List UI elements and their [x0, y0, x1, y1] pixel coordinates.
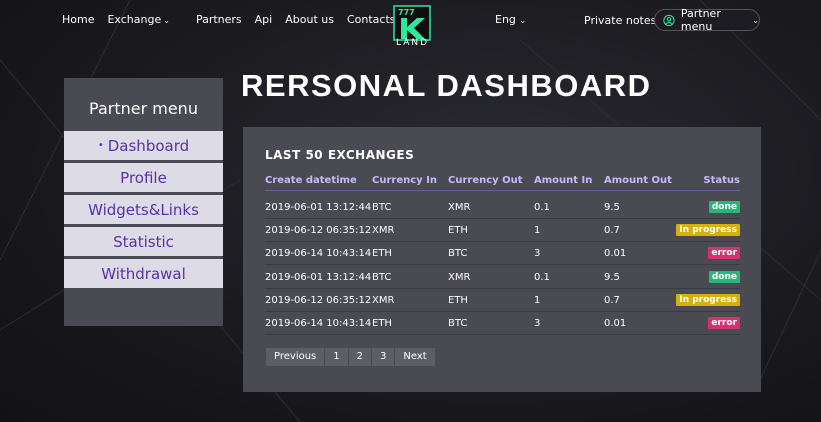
table-row: 2019-06-14 10:43:14 ETH BTC 3 0.01 error	[265, 312, 740, 335]
table-header: Create datetime Currency In Currency Out…	[265, 175, 740, 191]
panel-title: LAST 50 EXCHANGES	[265, 148, 415, 162]
table-cell: 0.1	[534, 272, 550, 283]
table-cell: 1	[534, 225, 541, 236]
column-header: Currency In	[372, 175, 437, 186]
table-cell: 2019-06-12 06:35:12	[265, 225, 372, 236]
table-cell: BTC	[448, 248, 468, 259]
sidebar-item-dashboard[interactable]: • Dashboard	[64, 131, 223, 160]
status-badge: error	[708, 317, 740, 329]
column-header: Create datetime	[265, 175, 357, 186]
table-cell: ETH	[372, 318, 392, 329]
table-cell: XMR	[448, 202, 471, 213]
table-cell: 9.5	[604, 272, 620, 283]
sidebar-item-label: Withdrawal	[101, 264, 186, 283]
table-cell: 9.5	[604, 202, 620, 213]
table-cell: 2019-06-14 10:43:14	[265, 248, 372, 259]
table-cell: BTC	[448, 318, 468, 329]
chevron-down-icon: ⌄	[519, 16, 527, 25]
page-title: RERSONAL DASHBOARD	[241, 68, 652, 103]
table-cell: 3	[534, 318, 541, 329]
nav-home-link[interactable]: Home	[62, 13, 94, 26]
chevron-down-icon: ⌄	[163, 16, 170, 25]
table-row: 2019-06-01 13:12:44 BTC XMR 0.1 9.5 done	[265, 196, 740, 219]
sidebar-item-label: Statistic	[113, 232, 174, 251]
logo-text: LAND	[396, 38, 430, 48]
table-cell: BTC	[372, 272, 392, 283]
sidebar-item-label: Profile	[120, 168, 167, 187]
language-label: Eng	[495, 13, 516, 26]
table-cell: BTC	[372, 202, 392, 213]
status-badge: error	[708, 247, 740, 259]
private-notes-link[interactable]: Private notes	[584, 14, 656, 27]
table-cell: 0.1	[534, 202, 550, 213]
nav-partners-link[interactable]: Partners	[196, 13, 242, 26]
table-cell: 3	[534, 248, 541, 259]
nav-api-link[interactable]: Api	[255, 13, 273, 26]
table-cell: 2019-06-12 06:35:12	[265, 295, 372, 306]
status-badge: In progress	[676, 294, 740, 306]
table-cell: 0.7	[604, 295, 620, 306]
logo-digits: 777	[398, 8, 415, 17]
user-icon	[663, 14, 675, 26]
table-cell: ETH	[448, 225, 468, 236]
pager-next-button[interactable]: Next	[395, 348, 435, 366]
table-cell: XMR	[372, 225, 395, 236]
table-row: 2019-06-12 06:35:12 XMR ETH 1 0.7 In pro…	[265, 219, 740, 242]
column-header: Amount Out	[604, 175, 672, 186]
partner-menu-label: Partner menu	[680, 7, 721, 33]
chevron-down-icon: ⌄	[752, 15, 759, 25]
nav-about-link[interactable]: About us	[285, 13, 334, 26]
top-nav: Home Exchange ⌄ Partners Api About us Con…	[0, 0, 821, 48]
active-dot-icon: •	[97, 140, 104, 151]
sidebar-item-label: Widgets&Links	[88, 200, 199, 219]
table-cell: XMR	[448, 272, 471, 283]
partner-sidebar: Partner menu • Dashboard Profile Widgets&…	[64, 78, 223, 326]
language-select[interactable]: Eng ⌄	[495, 13, 526, 26]
table-cell: 2019-06-01 13:12:44	[265, 272, 372, 283]
sidebar-item-profile[interactable]: Profile	[64, 163, 223, 192]
table-cell: 0.01	[604, 248, 627, 259]
sidebar-title: Partner menu	[89, 99, 198, 118]
pager-page-1[interactable]: 1	[325, 348, 348, 366]
sidebar-item-label: Dashboard	[107, 136, 190, 155]
column-header: Currency Out	[448, 175, 523, 186]
status-badge: In progress	[676, 224, 740, 236]
exchanges-panel: LAST 50 EXCHANGES Create datetime Curren…	[243, 127, 761, 392]
status-badge: done	[708, 271, 740, 283]
table-row: 2019-06-14 10:43:14 ETH BTC 3 0.01 error	[265, 242, 740, 265]
table-cell: ETH	[372, 248, 392, 259]
table-cell: 2019-06-01 13:12:44	[265, 202, 372, 213]
table-row: 2019-06-12 06:35:12 XMR ETH 1 0.7 In pro…	[265, 289, 740, 312]
status-badge: done	[708, 201, 740, 213]
nav-contacts-link[interactable]: Contacts	[347, 13, 396, 26]
pager-page-3[interactable]: 3	[372, 348, 395, 366]
partner-menu-button[interactable]: Partner menu ⌄	[654, 7, 760, 33]
nav-exchange-label: Exchange	[107, 13, 162, 26]
table-cell: 2019-06-14 10:43:14	[265, 318, 372, 329]
column-header: Amount In	[534, 175, 593, 186]
table-row: 2019-06-01 13:12:44 BTC XMR 0.1 9.5 done	[265, 266, 740, 289]
nav-exchange-link[interactable]: Exchange ⌄	[107, 13, 182, 26]
pager-page-2[interactable]: 2	[348, 348, 372, 366]
table-cell: 0.01	[604, 318, 627, 329]
pagination: Previous 1 2 3 Next	[266, 348, 436, 366]
sidebar-item-withdrawal[interactable]: Withdrawal	[64, 259, 223, 288]
sidebar-item-statistic[interactable]: Statistic	[64, 227, 223, 256]
table-cell: ETH	[448, 295, 468, 306]
nav-links: Home Exchange ⌄ Partners Api About us Con…	[62, 13, 409, 26]
table-cell: 1	[534, 295, 541, 306]
column-header: Status	[703, 175, 740, 186]
table-cell: 0.7	[604, 225, 620, 236]
sidebar-item-widgets[interactable]: Widgets&Links	[64, 195, 223, 224]
table-cell: XMR	[372, 295, 395, 306]
pager-previous-button[interactable]: Previous	[266, 348, 325, 366]
